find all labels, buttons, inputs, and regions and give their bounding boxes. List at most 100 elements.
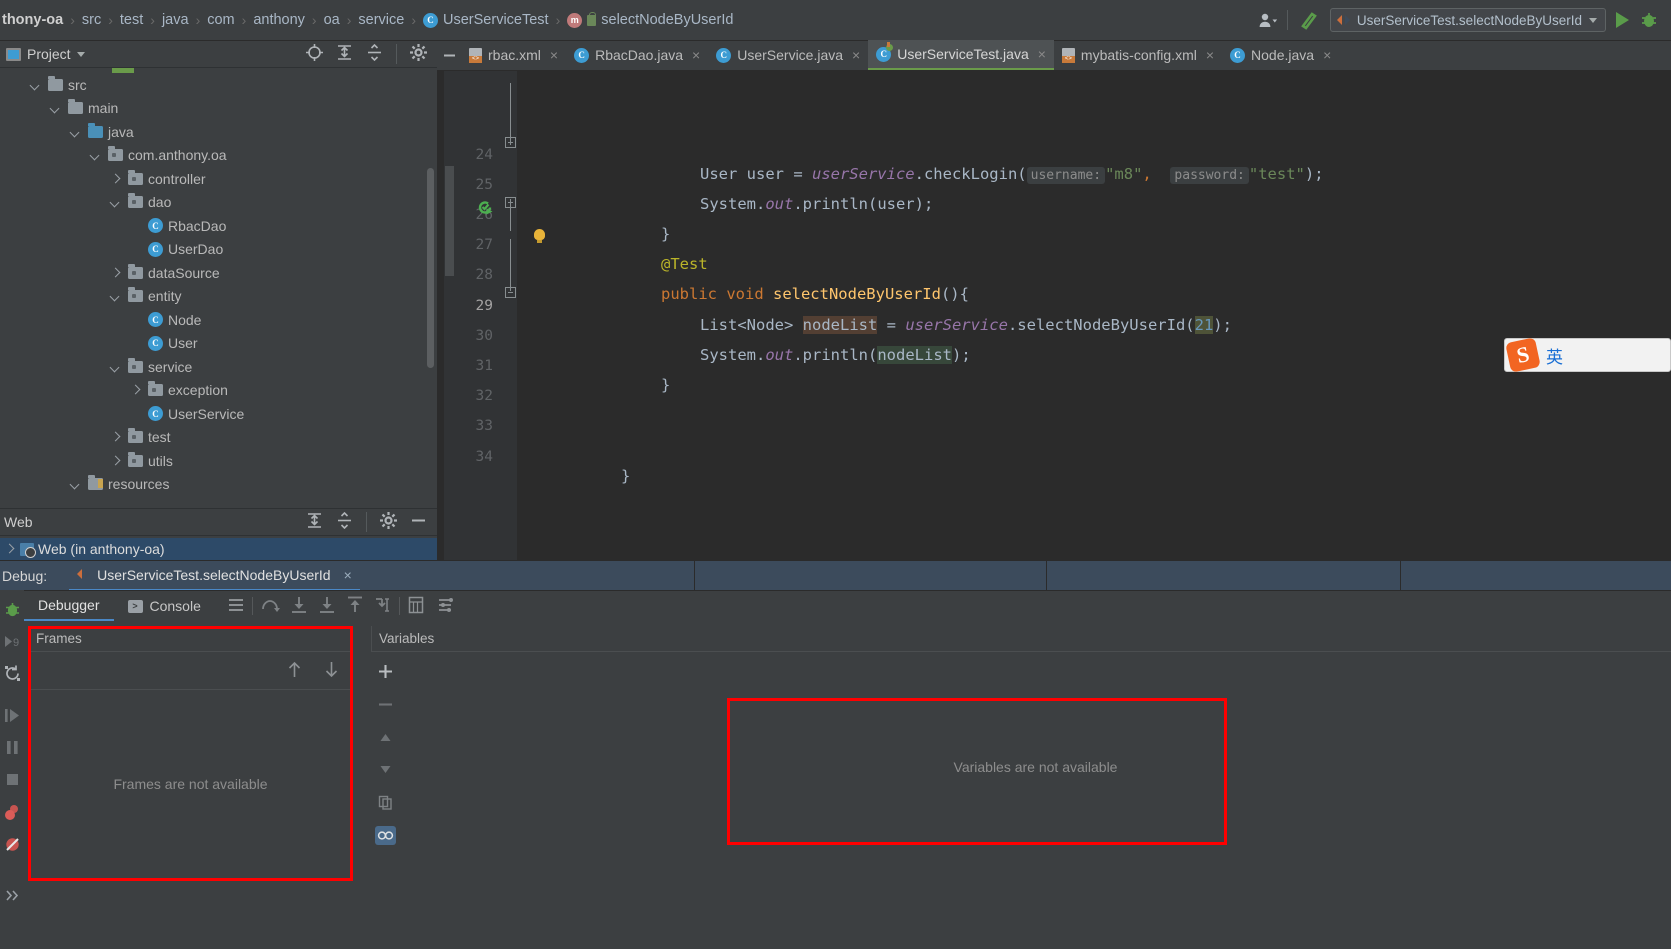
stop-icon[interactable] (3, 770, 22, 789)
run-configuration-selector[interactable]: UserServiceTest.selectNodeByUserId (1329, 8, 1606, 32)
arrow-down-icon[interactable] (324, 661, 339, 681)
frames-thread-selector[interactable] (28, 652, 353, 690)
hammer-icon[interactable] (1298, 9, 1320, 31)
hide-editor-icon[interactable] (437, 40, 461, 70)
breadcrumb-item-test[interactable]: test (113, 12, 150, 28)
collapse-all-icon[interactable] (336, 511, 353, 532)
collapse-all-icon[interactable] (366, 43, 383, 64)
close-icon[interactable]: × (1323, 47, 1331, 63)
fold-collapse-icon[interactable] (505, 287, 516, 298)
sogou-ime-widget[interactable]: S 英 (1504, 337, 1671, 373)
settings-gear-icon[interactable] (410, 44, 427, 64)
tree-item-userdao[interactable]: C UserDao (0, 238, 437, 262)
copy-icon[interactable] (376, 793, 395, 812)
expand-all-icon[interactable] (306, 512, 323, 532)
code-editor[interactable]: 24 25 26 27 28 29 30 31 32 33 34 User user = userS… (437, 71, 1671, 560)
tree-item-service[interactable]: service (0, 355, 437, 379)
chevron-right-icon[interactable] (110, 431, 122, 443)
tree-item-exception[interactable]: exception (0, 379, 437, 403)
step-into-icon[interactable] (290, 596, 308, 617)
tree-item-main[interactable]: main (0, 97, 437, 121)
editor-tab-rbac-xml[interactable]: rbac.xml× (461, 40, 566, 70)
tree-item-java[interactable]: java (0, 120, 437, 144)
debug-bug-icon[interactable] (3, 600, 22, 619)
tree-item-node[interactable]: C Node (0, 308, 437, 332)
tree-item-datasource[interactable]: dataSource (0, 261, 437, 285)
tab-console[interactable]: > Console (114, 591, 215, 621)
breadcrumb-item-com[interactable]: com (200, 12, 241, 28)
settings-gear-icon[interactable] (380, 512, 397, 532)
chevron-down-icon[interactable] (110, 196, 122, 208)
arrow-up-icon[interactable] (287, 661, 302, 681)
tree-item-utils[interactable]: utils (0, 449, 437, 473)
chevron-down-icon[interactable] (110, 361, 122, 373)
watch-icon[interactable] (375, 826, 396, 845)
project-tree[interactable]: src main java com.anthony.oa controller dao C R… (0, 68, 437, 508)
project-tree-scrollbar[interactable] (427, 168, 434, 368)
editor-tab-mybatis-config-xml[interactable]: mybatis-config.xml× (1054, 40, 1222, 70)
close-icon[interactable]: × (344, 567, 352, 583)
breadcrumb-item-project[interactable]: thony-oa (0, 12, 70, 28)
chevron-right-icon[interactable] (130, 384, 142, 396)
breadcrumb-item-anthony[interactable]: anthony (246, 12, 312, 28)
run-button[interactable] (1616, 12, 1629, 28)
pause-program-icon[interactable] (3, 738, 22, 757)
restart-icon[interactable] (3, 664, 22, 683)
layout-icon[interactable] (227, 596, 245, 617)
breadcrumb-item-class[interactable]: C UserServiceTest (416, 12, 556, 28)
remove-icon[interactable] (376, 695, 395, 714)
chevron-right-icon[interactable] (4, 543, 16, 555)
breadcrumb-item-service[interactable]: service (351, 12, 411, 28)
view-breakpoints-icon[interactable] (3, 803, 22, 822)
step-over-icon[interactable] (260, 596, 280, 617)
move-down-icon[interactable] (376, 760, 395, 779)
chevron-down-icon[interactable] (110, 290, 122, 302)
tree-item-entity[interactable]: entity (0, 285, 437, 309)
add-icon[interactable] (376, 662, 395, 681)
chevron-right-icon[interactable] (110, 455, 122, 467)
run-test-icon[interactable] (477, 199, 493, 215)
ime-mode-label[interactable]: 英 (1546, 343, 1563, 368)
breadcrumb-item-method[interactable]: m selectNodeByUserId (560, 11, 740, 28)
project-panel-title[interactable]: Project (0, 46, 85, 62)
tree-item-src[interactable]: src (0, 73, 437, 97)
close-icon[interactable]: × (852, 47, 860, 63)
editor-tab-node-java[interactable]: C Node.java × (1222, 40, 1339, 70)
chevron-down-icon[interactable] (50, 102, 62, 114)
tree-item-controller[interactable]: controller (0, 167, 437, 191)
force-step-into-icon[interactable] (318, 596, 336, 617)
breadcrumb-item-oa[interactable]: oa (317, 12, 347, 28)
web-tree-row[interactable]: Web (in anthony-oa) (0, 538, 437, 560)
tree-item-resources[interactable]: resources (0, 473, 437, 497)
expand-all-icon[interactable] (336, 44, 353, 64)
settings-list-icon[interactable] (437, 596, 455, 617)
rerun-icon[interactable]: 9 (3, 632, 22, 651)
tree-item-test[interactable]: test (0, 426, 437, 450)
user-icon[interactable] (1258, 12, 1277, 29)
editor-tab-userservice-java[interactable]: C UserService.java × (708, 40, 868, 70)
tree-item-userservice[interactable]: C UserService (0, 402, 437, 426)
close-icon[interactable]: × (692, 47, 700, 63)
breadcrumb-item-src[interactable]: src (75, 12, 108, 28)
debug-session-tab[interactable]: UserServiceTest.selectNodeByUserId × (69, 561, 360, 591)
close-icon[interactable]: × (1038, 46, 1046, 62)
locate-icon[interactable] (306, 44, 323, 64)
tree-item-user[interactable]: C User (0, 332, 437, 356)
tree-item-dao[interactable]: dao (0, 191, 437, 215)
fold-collapse-icon[interactable] (505, 137, 516, 148)
mute-breakpoints-icon[interactable] (3, 835, 22, 854)
tab-debugger[interactable]: Debugger (24, 591, 114, 621)
tree-item-com-anthony-oa[interactable]: com.anthony.oa (0, 144, 437, 168)
close-icon[interactable]: × (550, 47, 558, 63)
chevron-down-icon[interactable] (70, 126, 82, 138)
chevron-down-icon[interactable] (30, 79, 42, 91)
chevron-right-icon[interactable] (110, 173, 122, 185)
chevron-down-icon[interactable] (70, 478, 82, 490)
debug-button[interactable] (1639, 10, 1659, 30)
run-to-cursor-icon[interactable] (374, 596, 392, 617)
editor-tab-userservicetest-java[interactable]: C UserServiceTest.java × (868, 40, 1054, 70)
evaluate-expression-icon[interactable] (407, 596, 425, 617)
fold-collapse-icon[interactable] (505, 197, 516, 208)
close-icon[interactable]: × (1206, 47, 1214, 63)
resume-program-icon[interactable] (3, 706, 22, 725)
